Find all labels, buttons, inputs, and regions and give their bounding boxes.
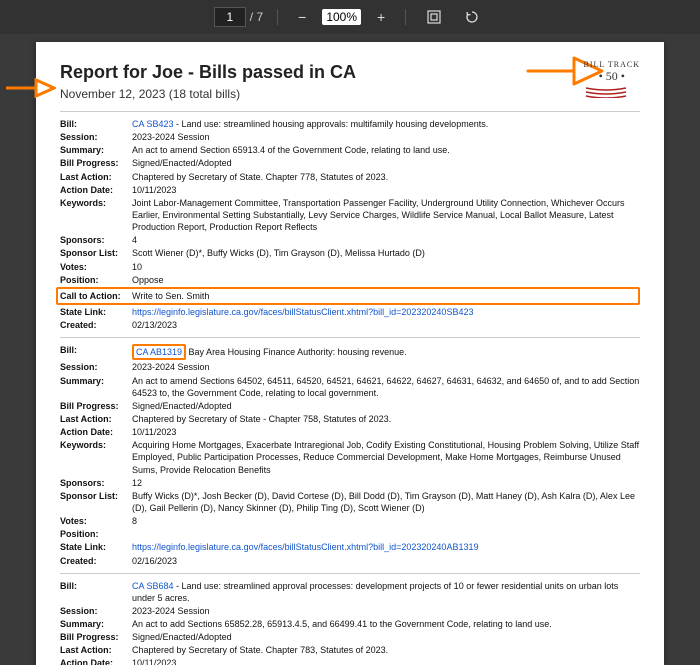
label-action-date: Action Date: [60, 657, 132, 665]
report-subtitle: November 12, 2023 (18 total bills) [60, 87, 640, 101]
value-summary: An act to amend Sections 64502, 64511, 6… [132, 375, 640, 399]
toolbar-divider [277, 9, 278, 25]
page-current-input[interactable]: 1 [214, 7, 246, 27]
label-progress: Bill Progress: [60, 157, 132, 169]
rotate-icon[interactable] [458, 7, 486, 27]
value-session: 2023-2024 Session [132, 605, 640, 617]
value-keywords: Joint Labor-Management Committee, Transp… [132, 197, 640, 233]
value-last-action: Chaptered by Secretary of State. Chapter… [132, 171, 640, 183]
fit-page-icon[interactable] [420, 7, 448, 27]
label-summary: Summary: [60, 144, 132, 156]
label-sponsor-list: Sponsor List: [60, 247, 132, 259]
annotation-arrow-left [6, 70, 56, 106]
label-position: Position: [60, 274, 132, 286]
label-bill: Bill: [60, 344, 132, 360]
label-state-link: State Link: [60, 306, 132, 318]
page-info: 1 / 7 [214, 7, 263, 27]
value-sponsors: 12 [132, 477, 640, 489]
value-sponsors: 4 [132, 234, 640, 246]
state-link[interactable]: https://leginfo.legislature.ca.gov/faces… [132, 542, 478, 552]
separator [60, 111, 640, 112]
bill-link[interactable]: CA SB423 [132, 119, 174, 129]
value-position [132, 528, 640, 540]
value-session: 2023-2024 Session [132, 361, 640, 373]
separator [60, 337, 640, 338]
value-action-date: 10/11/2023 [132, 184, 640, 196]
bill-entry: Bill:CA SB684 - Land use: streamlined ap… [60, 580, 640, 665]
label-action-date: Action Date: [60, 426, 132, 438]
label-summary: Summary: [60, 375, 132, 399]
highlighted-bill-link: CA AB1319 [132, 344, 186, 360]
label-bill: Bill: [60, 118, 132, 130]
label-session: Session: [60, 361, 132, 373]
value-summary: An act to add Sections 65852.28, 65913.4… [132, 618, 640, 630]
value-position: Oppose [132, 274, 640, 286]
value-session: 2023-2024 Session [132, 131, 640, 143]
label-action-date: Action Date: [60, 184, 132, 196]
page-total: / 7 [250, 10, 263, 24]
value-votes: 10 [132, 261, 640, 273]
zoom-out-button[interactable]: − [292, 8, 312, 26]
value-cta: Write to Sen. Smith [132, 290, 636, 302]
label-cta: Call to Action: [60, 290, 132, 302]
value-votes: 8 [132, 515, 640, 527]
label-sponsor-list: Sponsor List: [60, 490, 132, 514]
bill-entry: Bill: CA AB1319 Bay Area Housing Finance … [60, 344, 640, 566]
value-sponsor-list: Scott Wiener (D)*, Buffy Wicks (D), Tim … [132, 247, 640, 259]
logo-billtrack50: BILL TRACK • 50 • [584, 60, 640, 98]
value-created: 02/16/2023 [132, 555, 640, 567]
label-keywords: Keywords: [60, 439, 132, 475]
label-progress: Bill Progress: [60, 631, 132, 643]
value-last-action: Chaptered by Secretary of State - Chapte… [132, 413, 640, 425]
label-bill: Bill: [60, 580, 132, 604]
value-action-date: 10/11/2023 [132, 426, 640, 438]
zoom-in-button[interactable]: + [371, 8, 391, 26]
label-sponsors: Sponsors: [60, 477, 132, 489]
label-last-action: Last Action: [60, 413, 132, 425]
label-sponsors: Sponsors: [60, 234, 132, 246]
label-state-link: State Link: [60, 541, 132, 553]
label-last-action: Last Action: [60, 171, 132, 183]
bill-title-rest: - Land use: streamlined approval process… [132, 581, 618, 603]
label-position: Position: [60, 528, 132, 540]
label-created: Created: [60, 319, 132, 331]
label-votes: Votes: [60, 261, 132, 273]
label-votes: Votes: [60, 515, 132, 527]
value-progress: Signed/Enacted/Adopted [132, 157, 640, 169]
label-summary: Summary: [60, 618, 132, 630]
value-last-action: Chaptered by Secretary of State. Chapter… [132, 644, 640, 656]
bill-link[interactable]: CA AB1319 [136, 347, 182, 357]
value-created: 02/13/2023 [132, 319, 640, 331]
label-session: Session: [60, 605, 132, 617]
value-sponsor-list: Buffy Wicks (D)*, Josh Becker (D), David… [132, 490, 640, 514]
label-session: Session: [60, 131, 132, 143]
label-last-action: Last Action: [60, 644, 132, 656]
value-action-date: 10/11/2023 [132, 657, 640, 665]
pdf-toolbar: 1 / 7 − 100% + [0, 0, 700, 34]
bill-entry: Bill:CA SB423 - Land use: streamlined ho… [60, 118, 640, 331]
label-keywords: Keywords: [60, 197, 132, 233]
zoom-level[interactable]: 100% [322, 9, 361, 25]
bill-title-rest: Bay Area Housing Finance Authority: hous… [186, 347, 407, 357]
state-link[interactable]: https://leginfo.legislature.ca.gov/faces… [132, 307, 473, 317]
value-progress: Signed/Enacted/Adopted [132, 400, 640, 412]
label-progress: Bill Progress: [60, 400, 132, 412]
bill-link[interactable]: CA SB684 [132, 581, 174, 591]
toolbar-divider [405, 9, 406, 25]
value-keywords: Acquiring Home Mortgages, Exacerbate Int… [132, 439, 640, 475]
highlighted-cta-row: Call to Action:Write to Sen. Smith [56, 287, 640, 305]
value-summary: An act to amend Section 65913.4 of the G… [132, 144, 640, 156]
bill-title-rest: - Land use: streamlined housing approval… [174, 119, 489, 129]
report-title: Report for Joe - Bills passed in CA [60, 62, 640, 83]
value-progress: Signed/Enacted/Adopted [132, 631, 640, 643]
label-created: Created: [60, 555, 132, 567]
pdf-page: BILL TRACK • 50 • Report for Joe - Bills… [36, 42, 664, 665]
separator [60, 573, 640, 574]
